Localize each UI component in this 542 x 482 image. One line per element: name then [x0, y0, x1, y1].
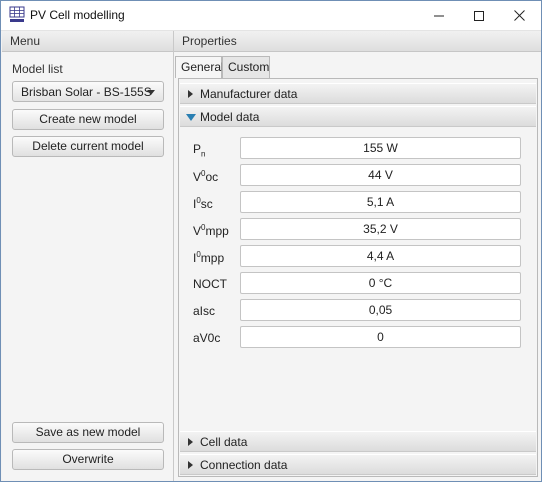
- minimize-icon: [434, 15, 444, 16]
- pv-panel-icon: [9, 6, 25, 22]
- menu-panel: Menu Model list Brisban Solar - BS-155S …: [2, 31, 174, 481]
- properties-header: Properties: [174, 31, 541, 52]
- title-bar[interactable]: PV Cell modelling: [1, 1, 541, 31]
- isc-field[interactable]: 5,1 A: [240, 191, 521, 213]
- model-select-value: Brisban Solar - BS-155S: [21, 85, 152, 99]
- tab-general[interactable]: General: [175, 56, 224, 78]
- maximize-button[interactable]: [459, 1, 499, 30]
- section-label: Model data: [200, 110, 260, 124]
- chevron-down-icon: [147, 90, 155, 95]
- app-window: PV Cell modelling Menu Model list Brisba…: [0, 0, 542, 482]
- field-label-vmpp: V0mpp: [193, 223, 229, 238]
- save-as-new-model-button[interactable]: Save as new model: [12, 422, 164, 443]
- field-label-isc: I0sc: [193, 196, 213, 211]
- field-label-noct: NOCT: [193, 277, 227, 291]
- voc-field[interactable]: 44 V: [240, 164, 521, 186]
- section-label: Manufacturer data: [200, 87, 298, 101]
- general-tab-content: Manufacturer data Model data Pn 155 W V0…: [178, 78, 538, 477]
- av0c-field[interactable]: 0: [240, 326, 521, 348]
- close-icon: [513, 10, 525, 21]
- noct-field[interactable]: 0 °C: [240, 272, 521, 294]
- model-select[interactable]: Brisban Solar - BS-155S: [12, 81, 164, 102]
- field-label-impp: I0mpp: [193, 250, 225, 265]
- overwrite-button[interactable]: Overwrite: [12, 449, 164, 470]
- model-list-label: Model list: [12, 62, 63, 76]
- close-button[interactable]: [499, 1, 539, 30]
- window-title: PV Cell modelling: [30, 8, 125, 22]
- tab-custom[interactable]: Custom: [222, 56, 270, 78]
- vmpp-field[interactable]: 35,2 V: [240, 218, 521, 240]
- section-label: Connection data: [200, 458, 288, 472]
- maximize-icon: [474, 10, 484, 21]
- menu-header: Menu: [2, 31, 173, 52]
- manufacturer-data-section[interactable]: Manufacturer data: [180, 83, 536, 104]
- connection-data-section[interactable]: Connection data: [180, 454, 536, 475]
- field-label-voc: V0oc: [193, 169, 219, 184]
- chevron-right-icon: [188, 90, 193, 98]
- impp-field[interactable]: 4,4 A: [240, 245, 521, 267]
- pn-field[interactable]: 155 W: [240, 137, 521, 159]
- chevron-down-icon: [186, 114, 196, 121]
- cell-data-section[interactable]: Cell data: [180, 431, 536, 452]
- chevron-right-icon: [188, 438, 193, 446]
- field-label-aisc: aIsc: [193, 304, 216, 318]
- minimize-button[interactable]: [419, 1, 459, 30]
- create-model-button[interactable]: Create new model: [12, 109, 164, 130]
- chevron-right-icon: [188, 461, 193, 469]
- field-label-av0c: aV0c: [193, 331, 221, 345]
- section-label: Cell data: [200, 435, 248, 449]
- aisc-field[interactable]: 0,05: [240, 299, 521, 321]
- model-data-section[interactable]: Model data: [180, 106, 536, 127]
- field-label-pn: Pn: [193, 142, 206, 159]
- delete-model-button[interactable]: Delete current model: [12, 136, 164, 157]
- properties-panel: Properties General Custom Manufacturer d…: [174, 31, 541, 481]
